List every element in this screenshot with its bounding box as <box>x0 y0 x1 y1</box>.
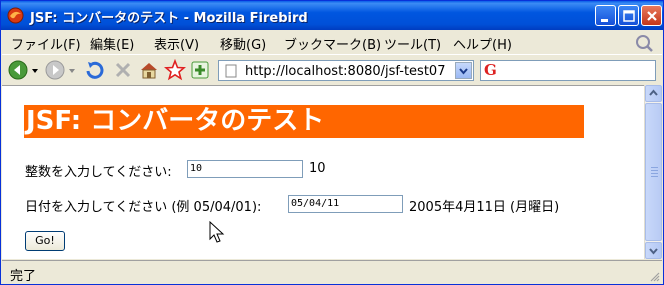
back-icon[interactable] <box>7 59 29 81</box>
forward-dropdown-icon[interactable] <box>67 59 77 81</box>
menu-help[interactable]: ヘルプ(H) <box>453 34 512 53</box>
stop-icon[interactable] <box>112 59 134 81</box>
scroll-thumb[interactable] <box>645 103 662 241</box>
url-bar[interactable]: http://localhost:8080/jsf-test07 <box>218 60 474 81</box>
chevron-down-icon <box>459 68 468 75</box>
close-icon <box>647 11 657 21</box>
status-bar: 完了 <box>2 260 662 284</box>
menu-view[interactable]: 表示(V) <box>154 34 199 53</box>
maximize-button[interactable] <box>618 5 639 26</box>
url-dropdown-button[interactable] <box>455 62 472 79</box>
menu-bookmarks[interactable]: ブックマーク(B) <box>284 34 381 53</box>
page-content: JSF: コンバータのテスト 整数を入力してください: 10 10 日付を入力し… <box>2 85 644 259</box>
status-text: 完了 <box>10 269 37 284</box>
browser-window: JSF: コンバータのテスト - Mozilla Firebird ファイル(F… <box>0 0 664 285</box>
reload-icon[interactable] <box>84 59 106 81</box>
page-heading: JSF: コンバータのテスト <box>24 105 584 138</box>
mouse-cursor-icon <box>209 221 225 243</box>
forward-icon[interactable] <box>44 59 66 81</box>
resize-grip-icon[interactable] <box>648 270 660 282</box>
go-button[interactable]: Go! <box>25 231 65 251</box>
integer-label: 整数を入力してください: <box>25 165 172 180</box>
date-output: 2005年4月11日 (月曜日) <box>409 200 560 215</box>
date-input[interactable]: 05/04/11 <box>288 195 403 213</box>
url-input[interactable]: http://localhost:8080/jsf-test07 <box>245 64 457 79</box>
firebird-app-icon <box>7 7 24 24</box>
window-title: JSF: コンバータのテスト - Mozilla Firebird <box>30 11 308 26</box>
minimize-icon <box>601 19 608 22</box>
menu-file[interactable]: ファイル(F) <box>11 34 81 53</box>
scroll-down-button[interactable] <box>645 242 662 259</box>
vertical-scrollbar[interactable] <box>644 85 662 259</box>
minimize-button[interactable] <box>595 5 616 26</box>
date-label: 日付を入力してください (例 05/04/01): <box>25 200 262 215</box>
integer-output: 10 <box>309 161 326 176</box>
google-icon[interactable]: G <box>484 61 497 79</box>
chevron-down-icon <box>649 248 658 255</box>
page-icon <box>225 64 237 78</box>
throbber-icon <box>636 35 653 52</box>
navigation-toolbar: http://localhost:8080/jsf-test07 G <box>2 54 662 84</box>
back-dropdown-icon[interactable] <box>30 59 40 81</box>
bookmark-star-icon[interactable] <box>164 59 186 81</box>
scroll-up-button[interactable] <box>645 85 662 102</box>
title-bar[interactable]: JSF: コンバータのテスト - Mozilla Firebird <box>1 1 663 30</box>
new-tab-icon[interactable] <box>189 59 211 81</box>
menu-go[interactable]: 移動(G) <box>220 34 266 53</box>
menu-tools[interactable]: ツール(T) <box>384 34 441 53</box>
home-icon[interactable] <box>138 59 160 81</box>
search-bar[interactable]: G <box>480 60 656 81</box>
chevron-up-icon <box>649 89 658 96</box>
maximize-icon <box>623 10 635 22</box>
menu-bar: ファイル(F) 編集(E) 表示(V) 移動(G) ブックマーク(B) ツール(… <box>2 31 662 53</box>
menu-edit[interactable]: 編集(E) <box>90 34 134 53</box>
close-button[interactable] <box>641 5 662 26</box>
integer-input[interactable]: 10 <box>187 160 303 178</box>
